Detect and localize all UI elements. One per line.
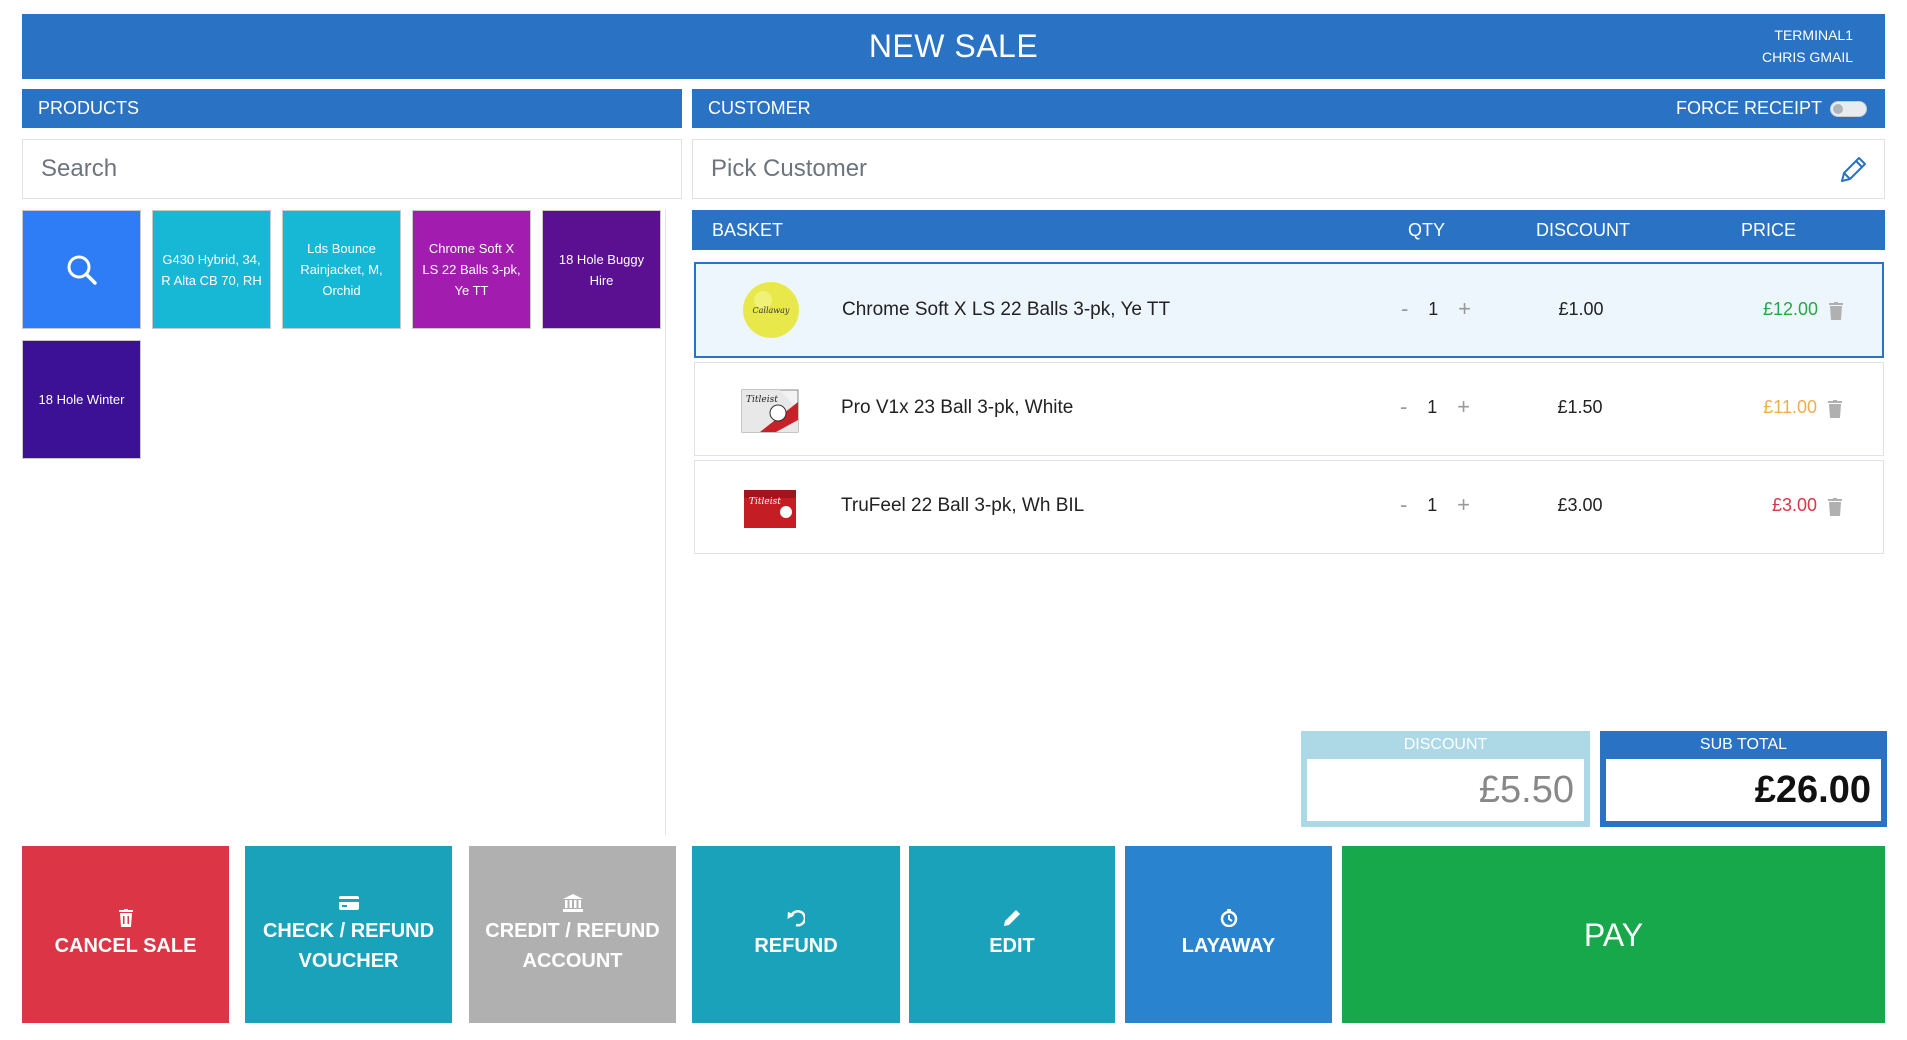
edit-button[interactable]: EDIT xyxy=(909,846,1115,1023)
credit-refund-account-button[interactable]: CREDIT / REFUND ACCOUNT xyxy=(469,846,676,1023)
cancel-sale-label: CANCEL SALE xyxy=(54,934,197,957)
basket-item-price[interactable]: £3.00 xyxy=(1727,495,1817,516)
basket-item-name: Chrome Soft X LS 22 Balls 3-pk, Ye TT xyxy=(842,299,1171,320)
terminal-info: TERMINAL1 CHRIS GMAIL xyxy=(1762,24,1853,68)
decrease-qty-button[interactable]: - xyxy=(1401,296,1408,322)
basket-item-discount[interactable]: £3.00 xyxy=(1545,495,1615,516)
decrease-qty-button[interactable]: - xyxy=(1400,394,1407,420)
quantity-value: 1 xyxy=(1428,298,1439,319)
decrease-qty-button[interactable]: - xyxy=(1400,492,1407,518)
refund-button[interactable]: REFUND xyxy=(692,846,900,1023)
column-price: PRICE xyxy=(1741,220,1797,240)
basket-item-price[interactable]: £11.00 xyxy=(1727,397,1817,418)
basket-heading: BASKET xyxy=(712,220,784,240)
basket-row[interactable]: Callaway Chrome Soft X LS 22 Balls 3-pk,… xyxy=(694,262,1884,358)
pay-label: PAY xyxy=(1583,916,1644,953)
bank-icon xyxy=(562,893,583,912)
subtotal-label: SUB TOTAL xyxy=(1699,736,1788,753)
products-heading: PRODUCTS xyxy=(22,89,682,128)
column-discount: DISCOUNT xyxy=(1536,220,1630,240)
product-tiles-panel: G430 Hybrid, 34, R Alta CB 70, RH Lds Bo… xyxy=(22,210,682,835)
titleist-trufeel-box-image: Titleist xyxy=(744,490,796,528)
customer-heading: CUSTOMER xyxy=(708,98,811,118)
increase-qty-button[interactable]: + xyxy=(1457,492,1470,518)
title-bar: NEW SALE TERMINAL1 CHRIS GMAIL xyxy=(22,14,1885,79)
basket-item-discount[interactable]: £1.50 xyxy=(1545,397,1615,418)
edit-label: EDIT xyxy=(989,934,1035,957)
titleist-pro-v1x-box-image: Titleist xyxy=(741,389,799,433)
basket-item-name: TruFeel 22 Ball 3-pk, Wh BIL xyxy=(841,495,1085,516)
svg-text:Titleist: Titleist xyxy=(749,497,781,507)
check-refund-voucher-button[interactable]: CHECK / REFUND VOUCHER xyxy=(245,846,452,1023)
undo-icon xyxy=(787,909,805,926)
basket-item-price[interactable]: £12.00 xyxy=(1728,299,1818,320)
force-receipt-toggle[interactable] xyxy=(1830,100,1867,117)
tile-search[interactable] xyxy=(22,210,141,329)
quantity-stepper: - 1 + xyxy=(1400,394,1470,420)
pencil-icon xyxy=(1004,909,1020,926)
trash-icon[interactable] xyxy=(1827,400,1843,418)
basket-item-discount[interactable]: £1.00 xyxy=(1546,299,1616,320)
tile-product[interactable]: G430 Hybrid, 34, R Alta CB 70, RH xyxy=(152,210,271,329)
pencil-icon[interactable] xyxy=(1836,153,1870,187)
quantity-value: 1 xyxy=(1427,494,1438,515)
quantity-stepper: - 1 + xyxy=(1401,296,1471,322)
force-receipt-label: FORCE RECEIPT xyxy=(1675,98,1822,118)
customer-picker-field xyxy=(692,139,1885,199)
user-name: CHRIS GMAIL xyxy=(1761,49,1853,65)
quantity-stepper: - 1 + xyxy=(1400,492,1470,518)
check-refund-voucher-line2: VOUCHER xyxy=(298,949,399,972)
product-search-input[interactable] xyxy=(23,140,681,198)
increase-qty-button[interactable]: + xyxy=(1458,296,1471,322)
trash-icon[interactable] xyxy=(1827,498,1843,516)
discount-total-label: DISCOUNT xyxy=(1403,736,1488,753)
force-receipt: FORCE RECEIPT xyxy=(1676,89,1867,128)
tile-product[interactable]: 18 Hole Buggy Hire xyxy=(542,210,661,329)
layaway-label: LAYAWAY xyxy=(1181,934,1276,957)
customer-heading-bar: CUSTOMER FORCE RECEIPT xyxy=(692,89,1885,128)
svg-text:Titleist: Titleist xyxy=(746,395,778,405)
basket-row[interactable]: Titleist TruFeel 22 Ball 3-pk, Wh BIL - … xyxy=(694,460,1884,554)
basket-row[interactable]: Titleist Pro V1x 23 Ball 3-pk, White - 1… xyxy=(694,362,1884,456)
subtotal-value: £26.00 xyxy=(1606,759,1881,821)
tile-product[interactable]: 18 Hole Winter xyxy=(22,340,141,459)
search-icon xyxy=(67,255,97,285)
tiles-scrollbar[interactable] xyxy=(665,210,682,835)
increase-qty-button[interactable]: + xyxy=(1457,394,1470,420)
refund-label: REFUND xyxy=(754,934,838,957)
column-qty: QTY xyxy=(1408,220,1446,240)
clock-icon xyxy=(1220,908,1237,927)
check-refund-voucher-line1: CHECK / REFUND xyxy=(262,919,435,942)
credit-refund-account-line2: ACCOUNT xyxy=(522,949,623,972)
pay-button[interactable]: PAY xyxy=(1342,846,1885,1023)
cancel-sale-button[interactable]: CANCEL SALE xyxy=(22,846,229,1023)
customer-picker-input[interactable] xyxy=(693,140,1884,198)
subtotal-box: SUB TOTAL £26.00 xyxy=(1600,731,1887,827)
discount-total-box: DISCOUNT £5.50 xyxy=(1301,731,1590,827)
yellow-golf-ball-image: Callaway xyxy=(743,282,799,338)
product-search-field xyxy=(22,139,682,199)
quantity-value: 1 xyxy=(1427,396,1438,417)
toggle-knob xyxy=(1833,103,1843,114)
terminal-name: TERMINAL1 xyxy=(1774,27,1853,43)
page-title: NEW SALE xyxy=(868,28,1039,64)
trash-icon[interactable] xyxy=(1828,302,1844,320)
basket-heading-bar: BASKET QTY DISCOUNT PRICE xyxy=(692,210,1885,250)
credit-refund-account-line1: CREDIT / REFUND xyxy=(485,919,660,942)
trash-icon xyxy=(118,908,133,927)
svg-text:Callaway: Callaway xyxy=(753,306,790,315)
discount-total-value: £5.50 xyxy=(1307,759,1584,821)
credit-card-icon xyxy=(338,895,359,910)
layaway-button[interactable]: LAYAWAY xyxy=(1125,846,1332,1023)
tile-product[interactable]: Chrome Soft X LS 22 Balls 3-pk, Ye TT xyxy=(412,210,531,329)
tile-product[interactable]: Lds Bounce Rainjacket, M, Orchid xyxy=(282,210,401,329)
basket-item-name: Pro V1x 23 Ball 3-pk, White xyxy=(841,397,1074,418)
